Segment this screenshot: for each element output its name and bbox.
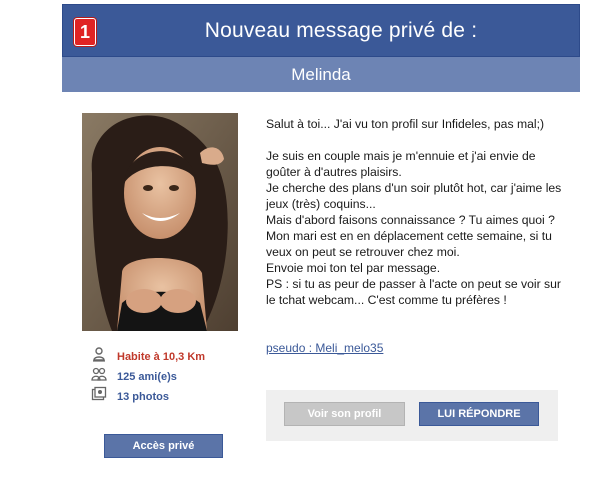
message-line: Salut à toi... J'ai vu ton profil sur In… xyxy=(266,117,545,131)
profile-stats: Habite à 10,3 Km 125 ami(e)s 13 photos xyxy=(88,345,238,405)
message-line: Mon mari est en en déplacement cette sem… xyxy=(266,229,552,259)
profile-photo-image xyxy=(82,113,238,331)
private-access-button[interactable]: Accès privé xyxy=(104,434,223,458)
profile-photo[interactable] xyxy=(82,113,238,331)
stat-photos[interactable]: 13 photos xyxy=(88,385,238,405)
notification-count-badge: 1 xyxy=(74,18,96,46)
pseudo-link[interactable]: pseudo : Meli_melo35 xyxy=(266,341,383,355)
stat-photos-label: 13 photos xyxy=(117,391,169,403)
message-line: Envoie moi ton tel par message. xyxy=(266,261,441,275)
person-pin-icon xyxy=(93,347,105,362)
message-line: Mais d'abord faisons connaissance ? Tu a… xyxy=(266,213,555,227)
notification-header: 1 Nouveau message privé de : xyxy=(62,4,580,57)
message-line: Je suis en couple mais je m'ennuie et j'… xyxy=(266,149,536,179)
stat-friends[interactable]: 125 ami(e)s xyxy=(88,365,238,385)
stat-friends-label: 125 ami(e)s xyxy=(117,371,177,383)
view-profile-button[interactable]: Voir son profil xyxy=(284,402,405,426)
sender-name: Melinda xyxy=(62,57,580,92)
friends-icon xyxy=(91,367,107,381)
header-title: Nouveau message privé de : xyxy=(204,19,478,42)
reply-button[interactable]: LUI RÉPONDRE xyxy=(419,402,539,426)
photos-icon xyxy=(91,386,107,401)
message-body: Salut à toi... J'ai vu ton profil sur In… xyxy=(266,116,566,308)
message-line: PS : si tu as peur de passer à l'acte on… xyxy=(266,277,561,307)
stat-distance-label: Habite à 10,3 Km xyxy=(117,351,206,363)
action-bar: Voir son profil LUI RÉPONDRE xyxy=(266,390,558,441)
message-line: Je cherche des plans d'un soir plutôt ho… xyxy=(266,181,562,211)
stat-distance: Habite à 10,3 Km xyxy=(88,345,238,365)
